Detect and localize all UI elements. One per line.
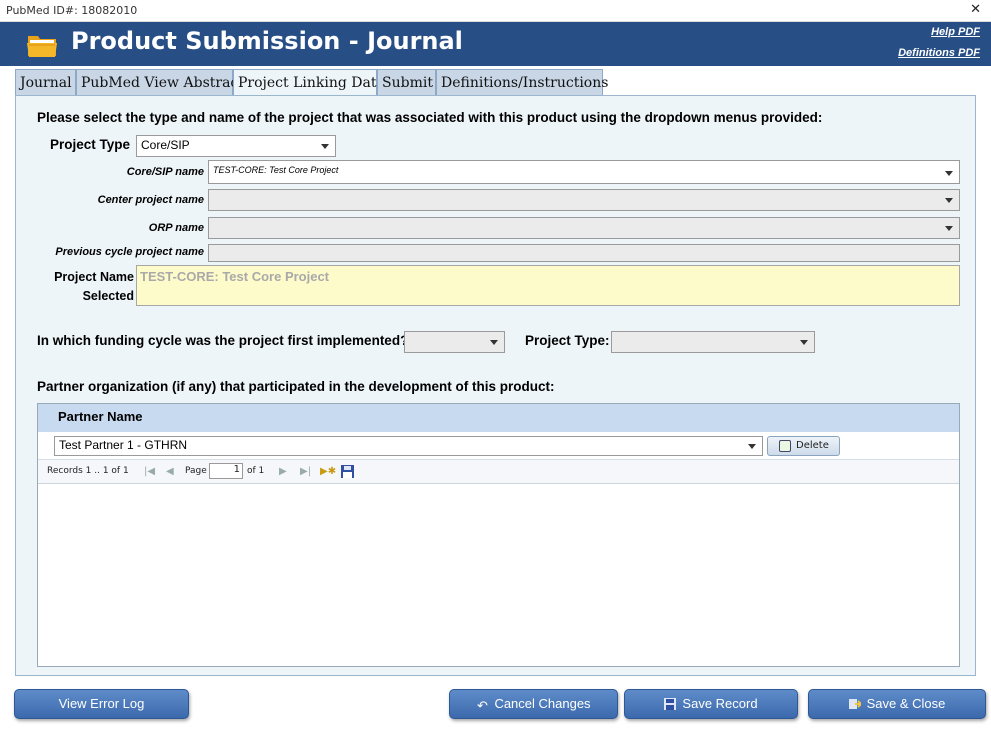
tab-definitions-instructions[interactable]: Definitions/Instructions	[436, 69, 608, 96]
undo-icon: ↶	[476, 698, 488, 713]
first-page-icon[interactable]: |◀	[144, 466, 155, 477]
project-name-selected-label: Project Name Selected	[54, 270, 134, 303]
project-type-select[interactable]: Core/SIP	[136, 135, 336, 157]
project-type2-label: Project Type:	[525, 333, 610, 348]
page-of-label: of 1	[247, 466, 265, 476]
center-project-select[interactable]	[208, 189, 960, 211]
chevron-down-icon	[945, 226, 953, 231]
partner-value: Test Partner 1 - GTHRN	[59, 438, 188, 452]
orp-label: ORP name	[148, 222, 204, 234]
chevron-down-icon	[490, 340, 498, 345]
view-error-log-button[interactable]: View Error Log	[14, 689, 189, 719]
tab-journal[interactable]: Journal	[15, 69, 76, 96]
partner-heading: Partner organization (if any) that parti…	[37, 379, 555, 394]
partner-grid: Partner Name Test Partner 1 - GTHRN Dele…	[37, 403, 960, 667]
funding-cycle-select[interactable]	[404, 331, 505, 353]
project-type-label: Project Type	[50, 137, 131, 152]
save-close-icon	[848, 699, 861, 709]
center-project-label: Center project name	[97, 194, 204, 206]
add-record-icon[interactable]: ▶✱	[320, 466, 336, 477]
page-label: Page	[185, 466, 207, 476]
funding-cycle-label: In which funding cycle was the project f…	[37, 333, 409, 348]
app-header: Product Submission - Journal Help PDF De…	[0, 22, 991, 66]
table-row: Test Partner 1 - GTHRN Delete	[38, 432, 959, 460]
previous-cycle-field[interactable]	[208, 244, 960, 262]
chevron-down-icon	[800, 340, 808, 345]
instruction-text: Please select the type and name of the p…	[37, 110, 823, 125]
tab-pubmed-view-abstract[interactable]: PubMed View Abstract	[76, 69, 244, 96]
page-title: Product Submission - Journal	[71, 27, 463, 55]
close-icon[interactable]: ✕	[970, 2, 981, 17]
tab-project-linking-data[interactable]: Project Linking Data	[233, 69, 385, 97]
window-titlebar: PubMed ID#: 18082010 ✕	[0, 0, 991, 22]
cancel-changes-button[interactable]: ↶ Cancel Changes	[449, 689, 618, 719]
save-record-button[interactable]: Save Record	[624, 689, 798, 719]
help-pdf-link[interactable]: Help PDF	[931, 26, 980, 38]
grid-header-partner-name: Partner Name	[38, 404, 959, 432]
next-page-icon[interactable]: ▶	[279, 466, 287, 477]
previous-cycle-label: Previous cycle project name	[55, 246, 204, 258]
project-name-selected-field: TEST-CORE: Test Core Project	[136, 265, 960, 306]
chevron-down-icon	[945, 171, 953, 176]
prev-page-icon[interactable]: ◀	[166, 466, 174, 477]
page-number-input[interactable]: 1	[209, 463, 243, 479]
core-sip-label: Core/SIP name	[126, 166, 204, 178]
core-sip-select[interactable]: TEST-CORE: Test Core Project	[208, 160, 960, 184]
chevron-down-icon	[945, 198, 953, 203]
partner-select[interactable]: Test Partner 1 - GTHRN	[54, 436, 763, 456]
orp-select[interactable]	[208, 217, 960, 239]
folder-icon	[27, 36, 57, 57]
save-icon	[664, 698, 677, 710]
project-type2-select[interactable]	[611, 331, 815, 353]
chevron-down-icon	[748, 444, 756, 449]
window-caption: PubMed ID#: 18082010	[6, 4, 138, 17]
last-page-icon[interactable]: ▶|	[300, 466, 311, 477]
trash-icon	[779, 440, 791, 452]
tab-submit[interactable]: Submit	[377, 69, 436, 96]
save-icon[interactable]	[341, 465, 354, 478]
save-close-button[interactable]: Save & Close	[808, 689, 986, 719]
grid-pager: Records 1 .. 1 of 1 |◀ ◀ Page 1 of 1 ▶ ▶…	[38, 460, 959, 484]
chevron-down-icon	[321, 144, 329, 149]
core-sip-value: TEST-CORE: Test Core Project	[213, 165, 339, 175]
delete-button[interactable]: Delete	[767, 436, 840, 456]
project-type-value: Core/SIP	[141, 138, 190, 152]
records-count: Records 1 .. 1 of 1	[47, 466, 129, 476]
definitions-pdf-link[interactable]: Definitions PDF	[898, 47, 980, 59]
